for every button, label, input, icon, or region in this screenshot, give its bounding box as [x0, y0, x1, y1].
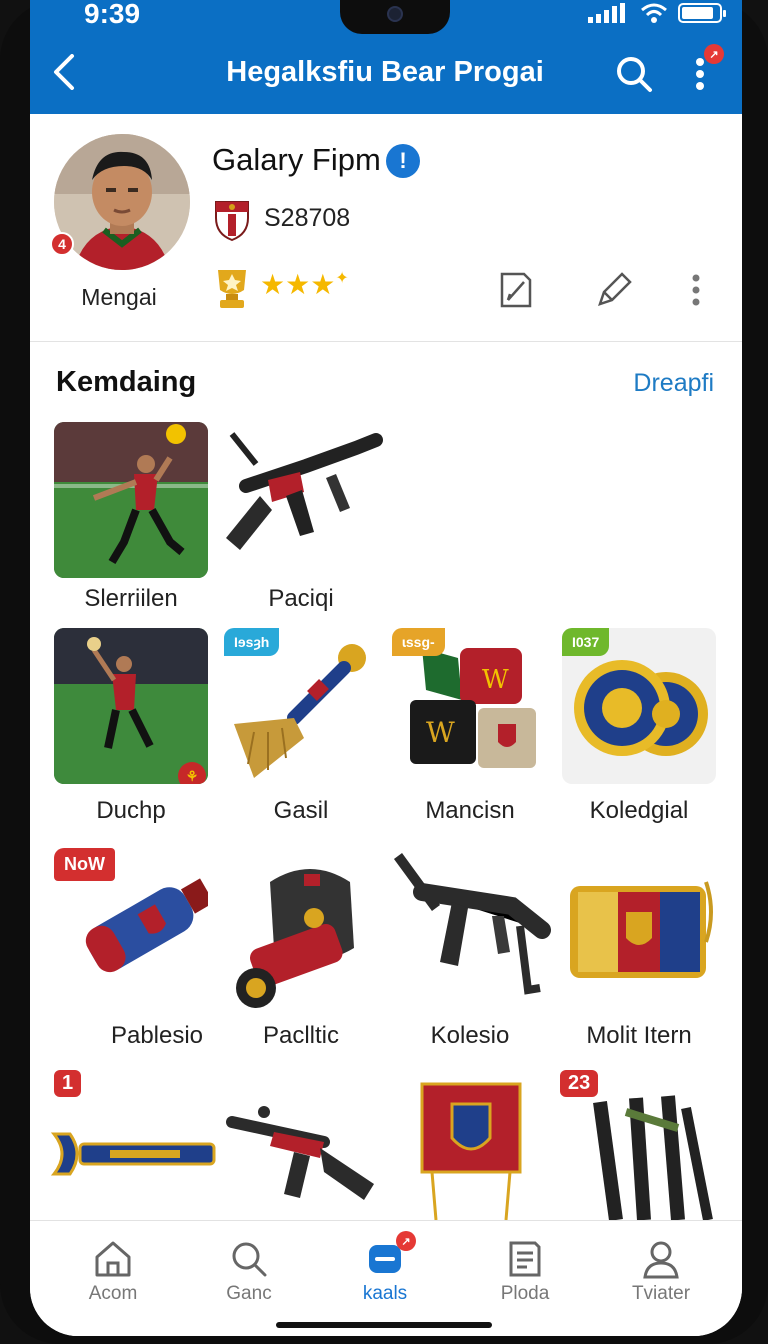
pencil-icon	[598, 272, 632, 306]
app-header: 9:39 Hegalksfiu Bear Progai ↗	[30, 0, 742, 114]
item-tile[interactable]: Ɩ037	[562, 628, 716, 784]
section-title: Kemdaing	[56, 366, 197, 398]
profile-id: S28708	[264, 204, 351, 232]
player-action-photo	[54, 628, 208, 784]
flag-card-icon	[570, 881, 713, 978]
profile-more-button[interactable]	[684, 268, 708, 312]
status-icons	[588, 0, 726, 26]
bottom-navigation: Acom Ganc kaals ↗ Ploda Tviater	[30, 1220, 742, 1336]
scepter-icon	[50, 1132, 216, 1176]
item-tile[interactable]: Ɩɘsȝh	[224, 628, 378, 784]
search-button[interactable]	[610, 50, 658, 98]
smg-icon	[393, 853, 551, 995]
search-icon	[232, 1242, 267, 1277]
item-label: Molit Itern	[586, 1022, 692, 1049]
svg-text:W: W	[426, 716, 455, 749]
avatar-badge: 4	[50, 232, 74, 256]
battery-icon	[678, 3, 726, 23]
nav-item-search[interactable]: Ganc	[178, 1221, 320, 1321]
rifle-icon	[226, 432, 383, 550]
home-icon	[95, 1241, 131, 1277]
notification-badge: ↗	[704, 44, 724, 64]
nav-item-chats[interactable]: kaals ↗	[314, 1221, 456, 1321]
more-vertical-icon	[692, 274, 700, 306]
item-tile[interactable]: NoW	[54, 848, 208, 1004]
status-time: 9:39	[84, 0, 141, 29]
trophy-icon	[218, 270, 246, 308]
cannon-backpack-icon	[236, 869, 354, 1008]
item-label: Paciqi	[268, 585, 334, 612]
player-action-photo	[54, 422, 208, 578]
signal-icon	[588, 3, 625, 23]
banner-icon	[420, 1082, 522, 1220]
star-icons: ★★★	[260, 269, 336, 300]
document-icon	[509, 1241, 541, 1277]
item-tile[interactable]: ⚘	[54, 628, 208, 784]
avatar-name: Mengai	[81, 284, 157, 310]
verified-icon: !	[386, 144, 420, 178]
nav-label: Tviater	[631, 1283, 691, 1304]
item-label: Duchp	[96, 797, 166, 824]
item-label: Koledgial	[589, 797, 689, 824]
nav-item-documents[interactable]: Ploda	[454, 1221, 596, 1321]
phone-frame: 9:39 Hegalksfiu Bear Progai ↗ 4 Mengai G…	[0, 0, 768, 1344]
item-tag: NoW	[54, 848, 115, 881]
page-title: Hegalksfiu Bear Progai	[226, 56, 544, 88]
club-crest-icon	[215, 201, 249, 242]
club-badge-icon: ⚘	[178, 762, 206, 784]
camera-notch	[340, 0, 450, 34]
profile-name: Galary Fipm	[212, 142, 381, 177]
nav-item-home[interactable]: Acom	[42, 1221, 184, 1321]
weapon-set-icon	[593, 1095, 713, 1220]
item-tile[interactable]	[54, 422, 208, 578]
app-screen: 9:39 Hegalksfiu Bear Progai ↗ 4 Mengai G…	[30, 0, 742, 1336]
nav-label: kaals	[362, 1283, 408, 1304]
wifi-icon	[641, 3, 667, 23]
rating-stars: ★★★✦	[260, 268, 349, 301]
item-tag: Ɩ037	[562, 628, 610, 656]
item-label: Kolesio	[430, 1022, 510, 1049]
edit-button[interactable]	[592, 268, 636, 312]
more-vertical-icon	[696, 58, 704, 90]
sparkle-icon: ✦	[335, 270, 349, 287]
search-icon	[617, 57, 652, 92]
person-icon	[643, 1241, 679, 1279]
rifle-icon	[226, 1106, 374, 1200]
nav-label: Ploda	[500, 1283, 550, 1304]
item-label: Paclltic	[262, 1022, 340, 1049]
item-label: Slerriilen	[84, 585, 178, 612]
back-button[interactable]	[44, 48, 84, 96]
nav-label: Acom	[88, 1283, 138, 1304]
player-portrait	[54, 134, 190, 270]
nav-label: Ganc	[226, 1283, 272, 1304]
chevron-left-icon	[54, 54, 74, 90]
avatar[interactable]	[54, 134, 190, 270]
home-indicator[interactable]	[276, 1322, 492, 1328]
item-count-badge: 1	[54, 1070, 82, 1097]
edit-box-icon	[500, 272, 532, 308]
battery-level	[682, 7, 713, 19]
camera-icon	[387, 6, 403, 22]
item-tag: Ɩɘsȝh	[224, 628, 280, 656]
item-label: Mancisn	[425, 797, 515, 824]
svg-text:W: W	[482, 665, 509, 695]
nav-badge: ↗	[396, 1231, 416, 1251]
item-tile[interactable]: ɩssɡ- W W	[392, 628, 546, 784]
item-label: Gasil	[273, 797, 329, 824]
share-button[interactable]	[494, 268, 538, 312]
item-tag: ɩssɡ-	[392, 628, 445, 656]
profile-card: 4 Mengai Galary Fipm ! S28708 ★★★✦	[30, 114, 742, 342]
nav-item-profile[interactable]: Tviater	[590, 1221, 732, 1321]
section-link[interactable]: Dreapfi	[633, 369, 714, 398]
